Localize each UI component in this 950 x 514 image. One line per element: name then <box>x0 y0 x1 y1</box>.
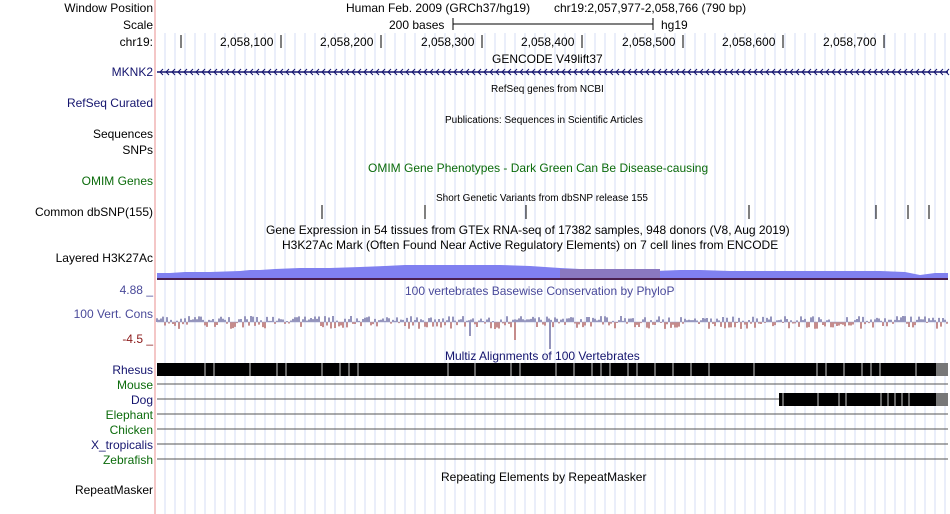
conservation-track-title: 100 vertebrates Basewise Conservation by… <box>405 284 675 298</box>
refseq-track-title: RefSeq genes from NCBI <box>491 84 604 95</box>
scale-bar-text: 200 bases <box>389 18 445 32</box>
omim-track-title: OMIM Gene Phenotypes - Dark Green Can Be… <box>368 161 709 175</box>
browser-image[interactable] <box>0 0 950 514</box>
scale-db-text: hg19 <box>661 18 688 32</box>
gencode-track-title: GENCODE V49lift37 <box>492 52 603 66</box>
ruler-tick-label: 2,058,100 <box>220 35 274 49</box>
h3k27ac-track-title: H3K27Ac Mark (Often Found Near Active Re… <box>282 238 779 252</box>
rhesus-alignment-block <box>157 363 936 376</box>
dog-alignment-end <box>936 393 948 406</box>
h3k27ac-signal <box>157 265 948 278</box>
dbsnp-track-title: Short Genetic Variants from dbSNP releas… <box>436 193 648 204</box>
ruler-tick-label: 2,058,700 <box>823 35 877 49</box>
ruler-tick-label: 2,058,300 <box>421 35 475 49</box>
repeatmasker-track-title: Repeating Elements by RepeatMasker <box>441 470 647 484</box>
ruler-tick-label: 2,058,200 <box>320 35 374 49</box>
rhesus-alignment-end <box>936 363 948 376</box>
publications-track-title: Publications: Sequences in Scientific Ar… <box>445 115 643 126</box>
multiz-track-title: Multiz Alignments of 100 Vertebrates <box>445 349 640 363</box>
position-text: chr19:2,057,977-2,058,766 (790 bp) <box>554 1 747 15</box>
ruler-tick-label: 2,058,400 <box>521 35 575 49</box>
gtex-track-title: Gene Expression in 54 tissues from GTEx … <box>266 223 790 237</box>
h3k27ac-overlay <box>560 269 660 278</box>
dog-alignment-block <box>779 393 936 406</box>
ruler-tick-label: 2,058,600 <box>722 35 776 49</box>
ruler-tick-label: 2,058,500 <box>622 35 676 49</box>
assembly-name: Human Feb. 2009 (GRCh37/hg19) <box>346 1 531 15</box>
